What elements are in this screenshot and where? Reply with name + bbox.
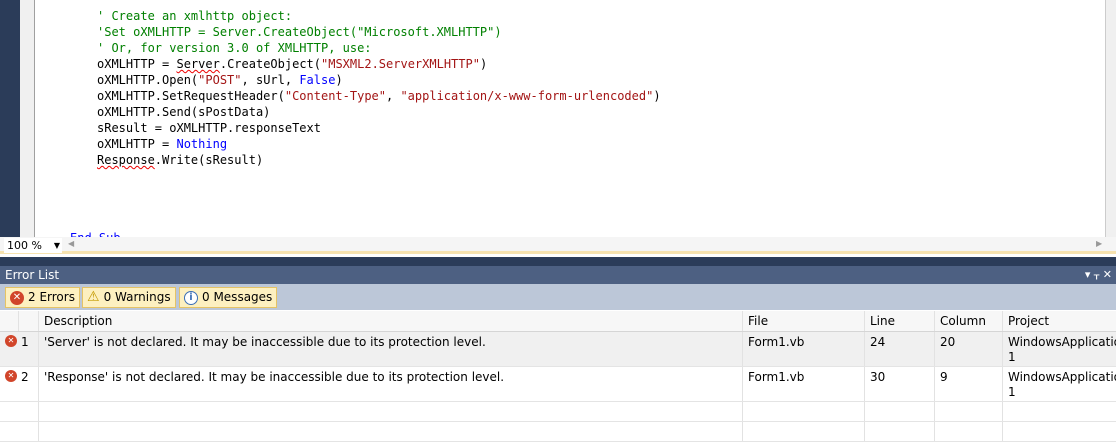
error-icon: ✕ <box>5 370 17 382</box>
error-icon: ✕ <box>10 290 24 305</box>
code-line: sResult = oXMLHTTP.responseText <box>97 121 321 135</box>
scroll-right-icon[interactable]: ▶ <box>1096 239 1102 248</box>
code-editor[interactable]: ' Create an xmlhttp object: 'Set oXMLHTT… <box>0 0 1116 237</box>
warnings-label: 0 Warnings <box>103 290 171 304</box>
row-num: 1 <box>21 335 29 349</box>
error-table: Description File Line Column Project ✕ 1 … <box>0 311 1116 442</box>
vertical-scrollbar[interactable] <box>1105 0 1116 237</box>
header-file[interactable]: File <box>742 311 864 331</box>
code-token: ) <box>335 73 343 87</box>
code-token: ) <box>653 89 661 103</box>
code-string: "Content-Type" <box>284 89 386 103</box>
header-column[interactable]: Column <box>934 311 1002 331</box>
zoom-dropdown[interactable]: 100 % ▼ <box>4 238 62 253</box>
splitter[interactable] <box>0 257 1116 266</box>
table-row[interactable]: ✕ 1 'Server' is not declared. It may be i… <box>0 332 1116 367</box>
scroll-left-icon[interactable]: ◀ <box>68 239 74 248</box>
errors-filter-button[interactable]: ✕ 2 Errors <box>5 287 80 308</box>
error-icon: ✕ <box>5 335 17 347</box>
code-string: "POST" <box>198 73 242 87</box>
code-token: oXMLHTTP = <box>97 57 177 71</box>
code-line: oXMLHTTP.Send(sPostData) <box>97 105 271 119</box>
project-cell: WindowsApplication 1 <box>1002 332 1116 366</box>
file-cell: Form1.vb <box>742 332 864 366</box>
table-header: Description File Line Column Project <box>0 311 1116 332</box>
error-squiggle-server[interactable]: Server <box>176 57 219 71</box>
empty-row <box>0 402 1116 422</box>
messages-filter-button[interactable]: i 0 Messages <box>179 287 278 308</box>
code-token: , <box>386 89 401 103</box>
code-token: oXMLHTTP = <box>97 137 177 151</box>
code-line: ' Or, for version 3.0 of XMLHTTP, use: <box>97 41 372 55</box>
header-description[interactable]: Description <box>38 311 742 331</box>
warning-icon: ⚠ <box>87 289 100 305</box>
info-icon: i <box>184 290 198 305</box>
pin-icon[interactable]: ᚁ <box>1094 268 1099 281</box>
description-cell: 'Response' is not declared. It may be in… <box>38 367 742 401</box>
description-cell: 'Server' is not declared. It may be inac… <box>38 332 742 366</box>
header-line[interactable]: Line <box>864 311 934 331</box>
error-squiggle-response[interactable]: Response <box>97 153 155 167</box>
file-cell: Form1.vb <box>742 367 864 401</box>
column-cell: 9 <box>934 367 1002 401</box>
code-keyword: Nothing <box>176 137 228 151</box>
row-num-cell: ✕ 1 <box>0 332 38 366</box>
zoom-bar: 100 % ▼ ◀ ▶ <box>0 237 1116 254</box>
header-project[interactable]: Project <box>1002 311 1116 331</box>
code-string: "application/x-www-form-urlencoded" <box>400 89 654 103</box>
warnings-filter-button[interactable]: ⚠ 0 Warnings <box>82 287 176 308</box>
error-list-toolbar: ✕ 2 Errors ⚠ 0 Warnings i 0 Messages <box>0 284 1116 310</box>
code-line: ' Create an xmlhttp object: <box>97 9 293 23</box>
header-num[interactable] <box>18 311 38 331</box>
code-token: .CreateObject( <box>219 57 321 71</box>
close-icon[interactable]: ✕ <box>1103 268 1112 281</box>
indicator-margin <box>20 0 35 237</box>
code-token: ) <box>479 57 488 71</box>
code-token: oXMLHTTP.SetRequestHeader( <box>97 89 285 103</box>
left-strip <box>0 0 20 237</box>
code-token: oXMLHTTP.Open( <box>97 73 199 87</box>
code-token: , sUrl, <box>241 73 300 87</box>
row-num: 2 <box>21 370 29 384</box>
empty-row <box>0 422 1116 442</box>
line-cell: 30 <box>864 367 934 401</box>
chevron-down-icon: ▼ <box>53 241 60 250</box>
line-cell: 24 <box>864 332 934 366</box>
code-line: 'Set oXMLHTTP = Server.CreateObject("Mic… <box>97 25 502 39</box>
zoom-value: 100 % <box>7 239 42 252</box>
dropdown-icon[interactable]: ▾ <box>1085 268 1091 281</box>
messages-label: 0 Messages <box>202 290 273 304</box>
end-sub-line: End Sub <box>70 230 121 237</box>
code-keyword: False <box>299 73 336 87</box>
code-token: .Write(sResult) <box>154 153 264 167</box>
table-row[interactable]: ✕ 2 'Response' is not declared. It may be… <box>0 367 1116 402</box>
code-text[interactable]: ' Create an xmlhttp object: 'Set oXMLHTT… <box>97 8 661 168</box>
panel-title: Error List <box>5 268 60 282</box>
column-cell: 20 <box>934 332 1002 366</box>
error-list-titlebar: Error List ▾ ᚁ ✕ <box>0 266 1116 284</box>
errors-label: 2 Errors <box>28 290 75 304</box>
code-string: "MSXML2.ServerXMLHTTP" <box>321 57 480 71</box>
row-num-cell: ✕ 2 <box>0 367 38 401</box>
project-cell: WindowsApplication 1 <box>1002 367 1116 401</box>
